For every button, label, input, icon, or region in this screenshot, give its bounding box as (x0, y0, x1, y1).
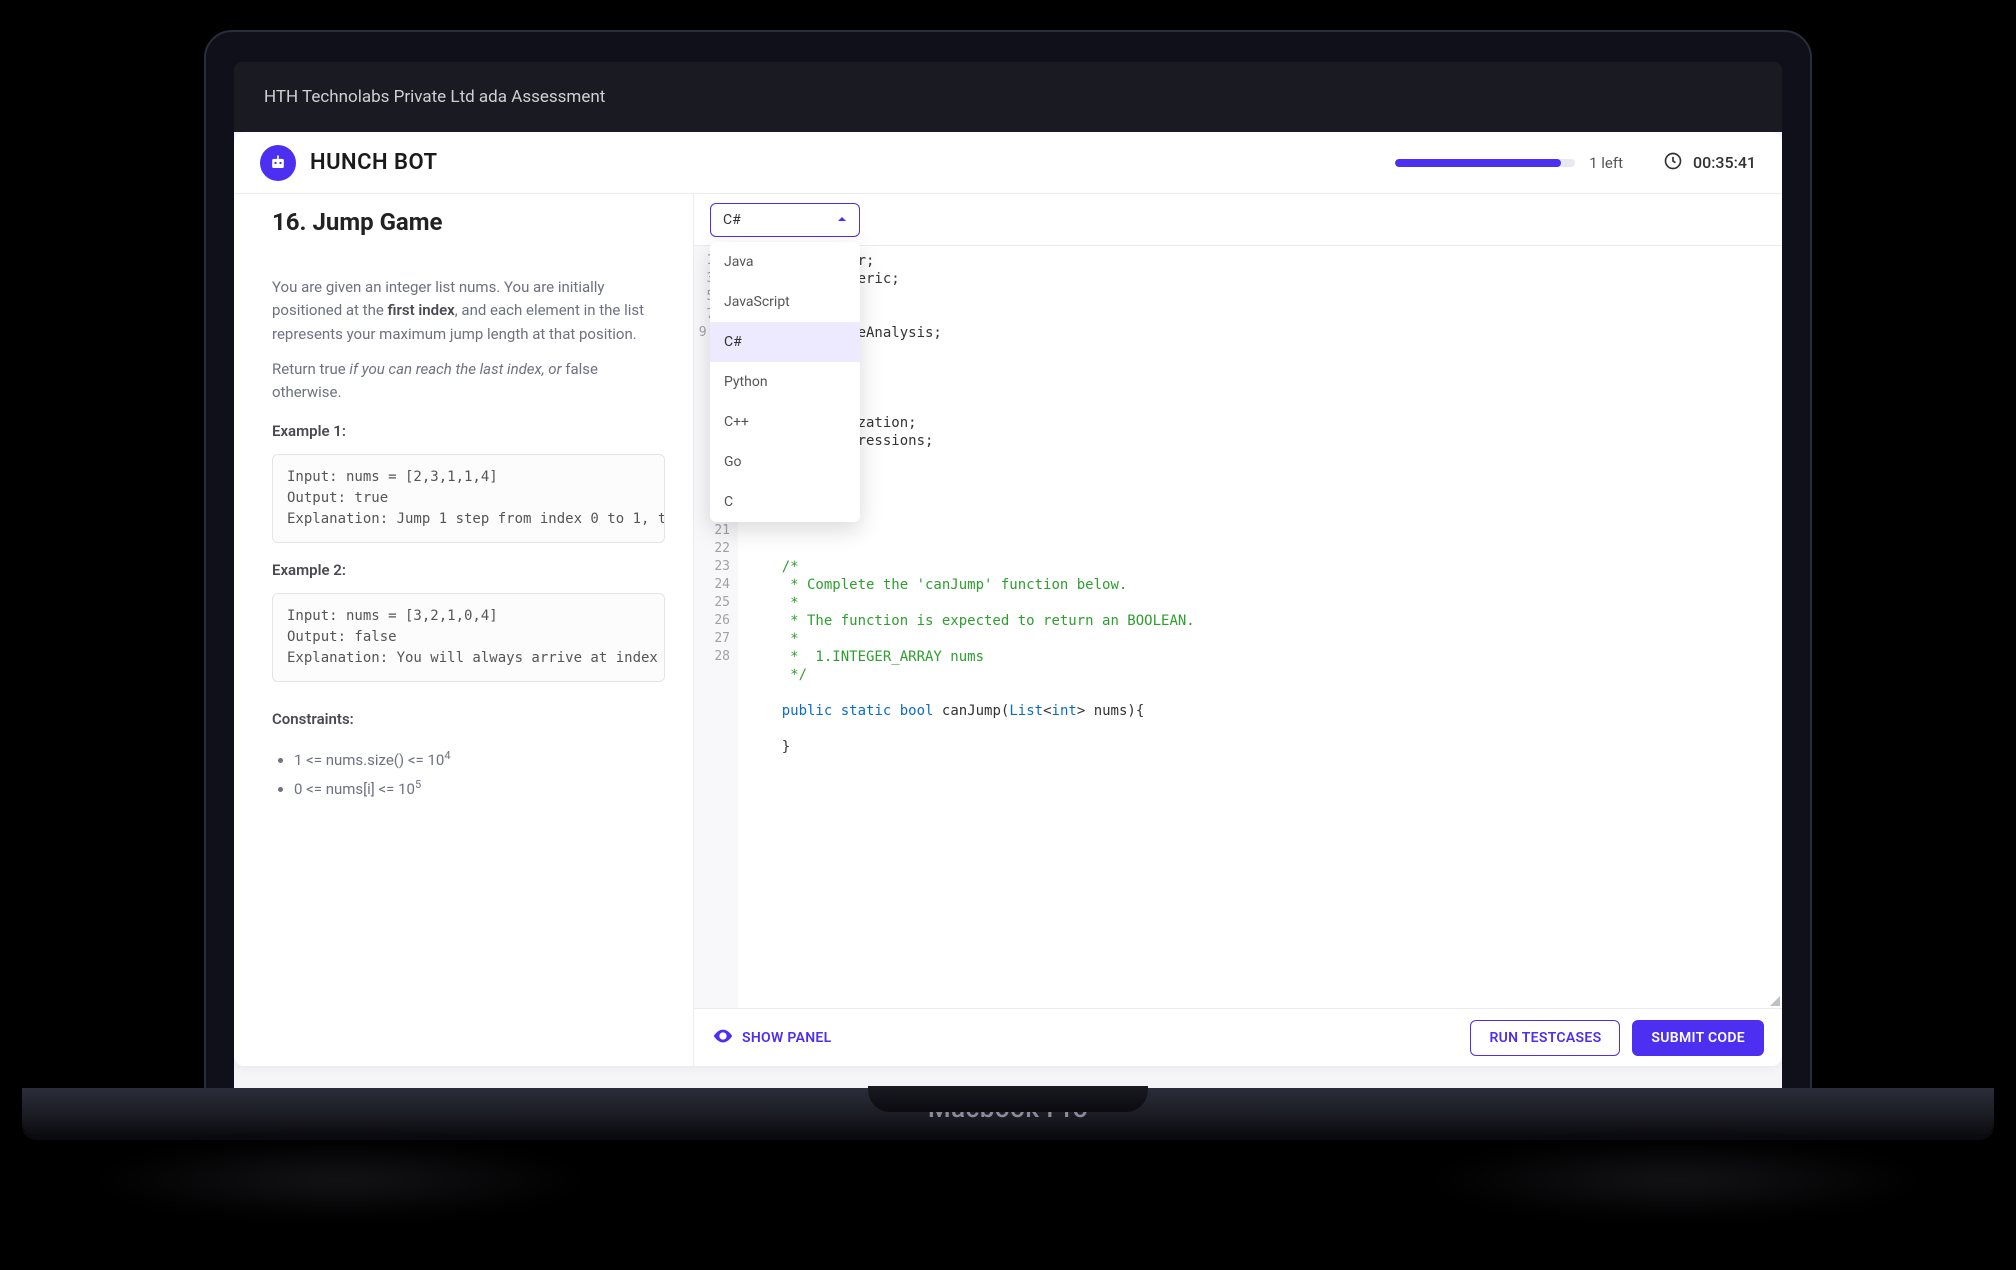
constraints-label: Constraints: (272, 710, 665, 728)
constraint-sup: 5 (415, 778, 421, 791)
progress-bar (1395, 159, 1575, 167)
language-option[interactable]: JavaScript (710, 282, 860, 322)
shadow-decoration (1426, 1140, 1926, 1220)
progress-fill (1395, 159, 1561, 167)
language-option[interactable]: C++ (710, 402, 860, 442)
timer-value: 00:35:41 (1693, 153, 1756, 172)
clock-icon (1663, 151, 1683, 175)
example2-box: Input: nums = [3,2,1,0,4] Output: false … (272, 593, 665, 682)
content-row: 16. Jump Game You are given an integer l… (234, 194, 1782, 1066)
submit-code-button[interactable]: SUBMIT CODE (1632, 1020, 1764, 1056)
laptop-frame: HTH Technolabs Private Ltd ada Assessmen… (204, 30, 1812, 1098)
show-panel-label: SHOW PANEL (742, 1030, 832, 1046)
eye-icon (712, 1025, 734, 1051)
language-option[interactable]: Go (710, 442, 860, 482)
submit-label: SUBMIT CODE (1651, 1030, 1745, 1046)
shadow-decoration (90, 1140, 590, 1220)
app-header: HTH Technolabs Private Ltd ada Assessmen… (234, 62, 1782, 132)
language-option[interactable]: Java (710, 242, 860, 282)
brand-name: HUNCH BOT (310, 150, 438, 175)
language-option[interactable]: C# (710, 322, 860, 362)
example1-box: Input: nums = [2,3,1,1,4] Output: true E… (272, 454, 665, 543)
language-select[interactable]: C# (710, 203, 860, 237)
timer: 00:35:41 (1663, 151, 1756, 175)
brand-logo-icon (260, 145, 296, 181)
top-bar: HUNCH BOT 1 left 00:35:41 (234, 132, 1782, 194)
editor-toolbar: C# JavaJavaScriptC#PythonC++GoC (694, 194, 1782, 246)
screen: HTH Technolabs Private Ltd ada Assessmen… (234, 62, 1782, 1096)
show-panel-button[interactable]: SHOW PANEL (712, 1025, 832, 1051)
resize-handle-icon[interactable] (1766, 992, 1780, 1006)
laptop-notch (868, 1086, 1148, 1112)
example1-label: Example 1: (272, 422, 665, 440)
language-option[interactable]: Python (710, 362, 860, 402)
assessment-title: HTH Technolabs Private Ltd ada Assessmen… (264, 87, 605, 107)
constraint-text: 1 <= nums.size() <= 10 (294, 751, 444, 769)
constraint-text: 0 <= nums[i] <= 10 (294, 780, 415, 798)
editor-panel: C# JavaJavaScriptC#PythonC++GoC 1 2 3 4 … (694, 194, 1782, 1066)
problem-panel: 16. Jump Game You are given an integer l… (234, 194, 694, 1066)
example2-label: Example 2: (272, 561, 665, 579)
action-bar: SHOW PANEL RUN TESTCASES SUBMIT CODE (694, 1008, 1782, 1066)
language-selected-label: C# (723, 212, 741, 228)
constraint-item: 0 <= nums[i] <= 105 (294, 775, 665, 804)
constraints-list: 1 <= nums.size() <= 104 0 <= nums[i] <= … (272, 746, 665, 803)
progress-text: 1 left (1589, 154, 1623, 172)
language-option[interactable]: C (710, 482, 860, 522)
problem-title: 16. Jump Game (272, 208, 665, 236)
code-lines[interactable]: deDom.Compiler; llections.Generic; llect… (738, 246, 1782, 1008)
problem-description: You are given an integer list nums. You … (272, 276, 665, 404)
desc-italic: if you can reach the last index, or (349, 360, 561, 378)
desc-bold: first index (388, 301, 455, 319)
chevron-up-icon (837, 212, 847, 228)
progress-indicator: 1 left (1395, 154, 1623, 172)
assessment-card: HUNCH BOT 1 left 00:35:41 (234, 132, 1782, 1066)
constraint-sup: 4 (444, 749, 450, 762)
constraint-item: 1 <= nums.size() <= 104 (294, 746, 665, 775)
language-dropdown[interactable]: JavaJavaScriptC#PythonC++GoC (710, 242, 860, 522)
run-testcases-button[interactable]: RUN TESTCASES (1470, 1020, 1620, 1056)
desc-text: Return true (272, 360, 349, 378)
main-panel: HUNCH BOT 1 left 00:35:41 (234, 132, 1782, 1096)
run-label: RUN TESTCASES (1489, 1030, 1601, 1046)
